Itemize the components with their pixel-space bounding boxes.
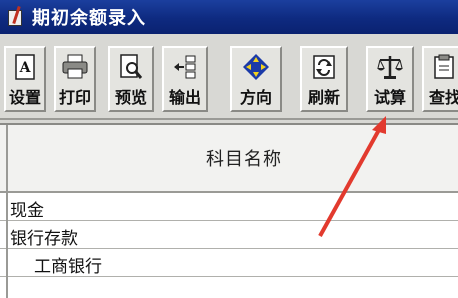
export-icon [171, 53, 199, 81]
find-label: 查找 [428, 88, 458, 107]
export-button[interactable]: 输出 [162, 46, 208, 112]
settings-label: 设置 [8, 88, 41, 107]
find-icon [431, 53, 458, 81]
preview-icon [117, 53, 145, 81]
table-row[interactable]: 工商银行 [0, 249, 458, 277]
preview-label: 预览 [114, 88, 147, 107]
print-label: 打印 [58, 88, 91, 107]
grid-left-border [6, 125, 8, 298]
export-label: 输出 [168, 88, 201, 107]
preview-button[interactable]: 预览 [108, 46, 154, 112]
table-row[interactable]: 银行存款 [0, 221, 458, 249]
grid-header: 科目名称 [0, 125, 458, 193]
settings-button[interactable]: A 设置 [4, 46, 46, 112]
account-name-cell: 现金 [10, 201, 44, 221]
printer-icon [61, 53, 89, 81]
toolbar: A 设置 打印 预览 输出 方向 刷新 试算 查找 [0, 34, 458, 120]
trial-balance-button[interactable]: 试算 [366, 46, 414, 112]
column-header-account-name[interactable]: 科目名称 [206, 145, 282, 171]
refresh-button[interactable]: 刷新 [300, 46, 348, 112]
account-name-cell: 工商银行 [34, 257, 102, 277]
balance-grid: 科目名称 现金 银行存款 工商银行 [0, 123, 458, 298]
window-titlebar: 期初余额录入 [0, 0, 458, 34]
find-button[interactable]: 查找 [422, 46, 458, 112]
print-button[interactable]: 打印 [54, 46, 96, 112]
refresh-icon [310, 53, 338, 81]
table-row[interactable] [0, 277, 458, 298]
account-name-cell: 银行存款 [10, 229, 78, 249]
window-title: 期初余额录入 [32, 8, 146, 29]
table-row[interactable]: 现金 [0, 193, 458, 221]
refresh-label: 刷新 [307, 88, 340, 107]
direction-button[interactable]: 方向 [230, 46, 282, 112]
app-logo-icon [6, 5, 26, 28]
direction-icon [242, 53, 270, 81]
svg-text:A: A [19, 60, 32, 76]
trial-balance-label: 试算 [373, 88, 406, 107]
balance-scale-icon [376, 53, 404, 81]
direction-label: 方向 [239, 88, 272, 107]
settings-doc-icon: A [11, 53, 39, 81]
